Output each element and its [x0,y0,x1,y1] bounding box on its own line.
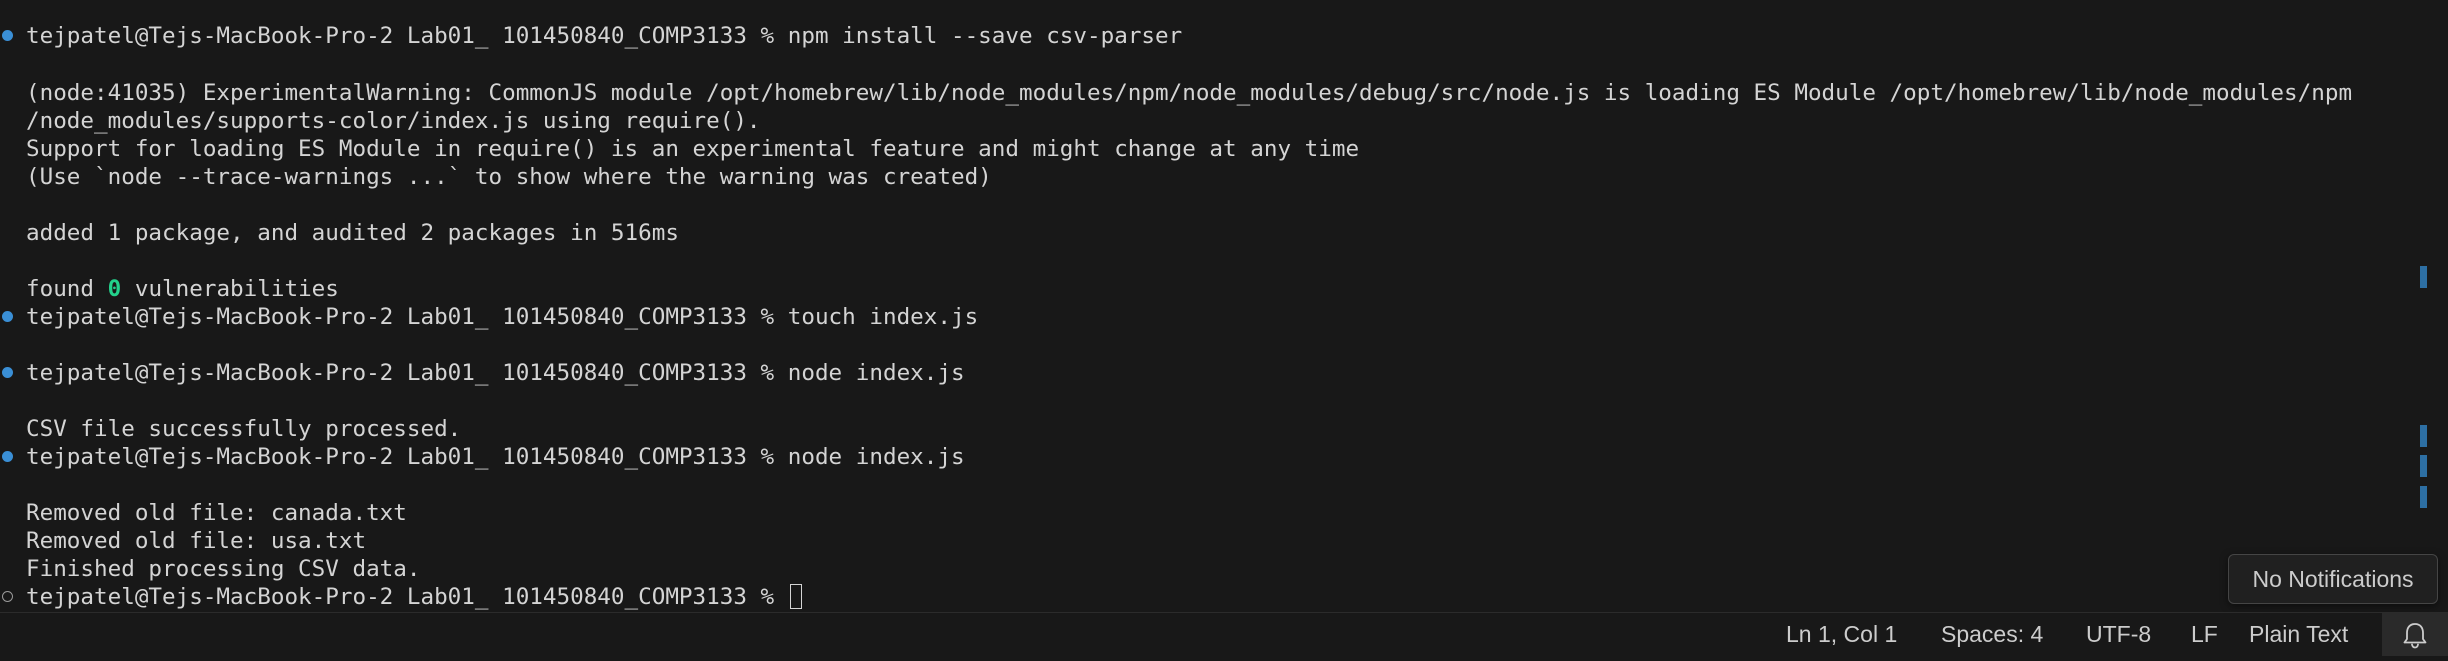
terminal-line: tejpatel@Tejs-MacBook-Pro-2 Lab01_ 10145… [26,22,1182,50]
notifications-popup: No Notifications [2228,554,2438,604]
terminal-input-line[interactable]: tejpatel@Tejs-MacBook-Pro-2 Lab01_ 10145… [26,583,802,611]
command-decoration-success-icon[interactable] [2,311,13,322]
terminal-line: Finished processing CSV data. [26,556,421,582]
terminal-line: tejpatel@Tejs-MacBook-Pro-2 Lab01_ 10145… [26,443,965,471]
notifications-button[interactable] [2382,613,2448,656]
command-text: node index.js [787,360,965,386]
terminal-line: (Use `node --trace-warnings ...` to show… [26,164,992,190]
terminal-line: tejpatel@Tejs-MacBook-Pro-2 Lab01_ 10145… [26,359,965,387]
terminal-line: Support for loading ES Module in require… [26,136,1360,162]
indentation-indicator[interactable]: Spaces: 4 [1941,613,2043,656]
terminal-line: added 1 package, and audited 2 packages … [26,220,679,246]
command-decoration-success-icon[interactable] [2,367,13,378]
prompt: tejpatel@Tejs-MacBook-Pro-2 Lab01_ 10145… [26,304,788,330]
prompt: tejpatel@Tejs-MacBook-Pro-2 Lab01_ 10145… [26,360,788,386]
terminal-line: CSV file successfully processed. [26,416,462,442]
prompt: tejpatel@Tejs-MacBook-Pro-2 Lab01_ 10145… [26,584,788,610]
line-ending-indicator[interactable]: LF [2191,613,2218,656]
terminal-cursor [789,584,802,609]
encoding-indicator[interactable]: UTF-8 [2086,613,2151,656]
terminal-line: (node:41035) ExperimentalWarning: Common… [26,80,2353,106]
cursor-position-indicator[interactable]: Ln 1, Col 1 [1786,613,1897,656]
command-text: node index.js [787,444,965,470]
command-text: npm install --save csv-parser [787,23,1183,49]
prompt: tejpatel@Tejs-MacBook-Pro-2 Lab01_ 10145… [26,23,788,49]
terminal-panel[interactable]: tejpatel@Tejs-MacBook-Pro-2 Lab01_ 10145… [0,0,2448,612]
output-text: vulnerabilities [121,276,339,302]
terminal-line: Removed old file: usa.txt [26,528,367,554]
terminal-line: /node_modules/supports-color/index.js us… [26,108,761,134]
language-mode-indicator[interactable]: Plain Text [2249,613,2348,656]
terminal-line: found 0 vulnerabilities [26,275,339,303]
terminal-line: Removed old file: canada.txt [26,500,407,526]
terminal-line: tejpatel@Tejs-MacBook-Pro-2 Lab01_ 10145… [26,303,978,331]
scrollbar-marker[interactable] [2420,455,2427,477]
status-bar: Ln 1, Col 1 Spaces: 4 UTF-8 LF Plain Tex… [0,612,2448,656]
scrollbar-marker[interactable] [2420,266,2427,288]
command-decoration-success-icon[interactable] [2,30,13,41]
scrollbar-marker[interactable] [2420,425,2427,447]
command-decoration-pending-icon[interactable] [2,591,13,602]
vulnerability-count: 0 [107,276,122,302]
output-text: found [26,276,108,302]
prompt: tejpatel@Tejs-MacBook-Pro-2 Lab01_ 10145… [26,444,788,470]
bell-icon [2403,623,2427,649]
command-decoration-success-icon[interactable] [2,451,13,462]
command-text: touch index.js [787,304,979,330]
scrollbar-marker[interactable] [2420,486,2427,508]
